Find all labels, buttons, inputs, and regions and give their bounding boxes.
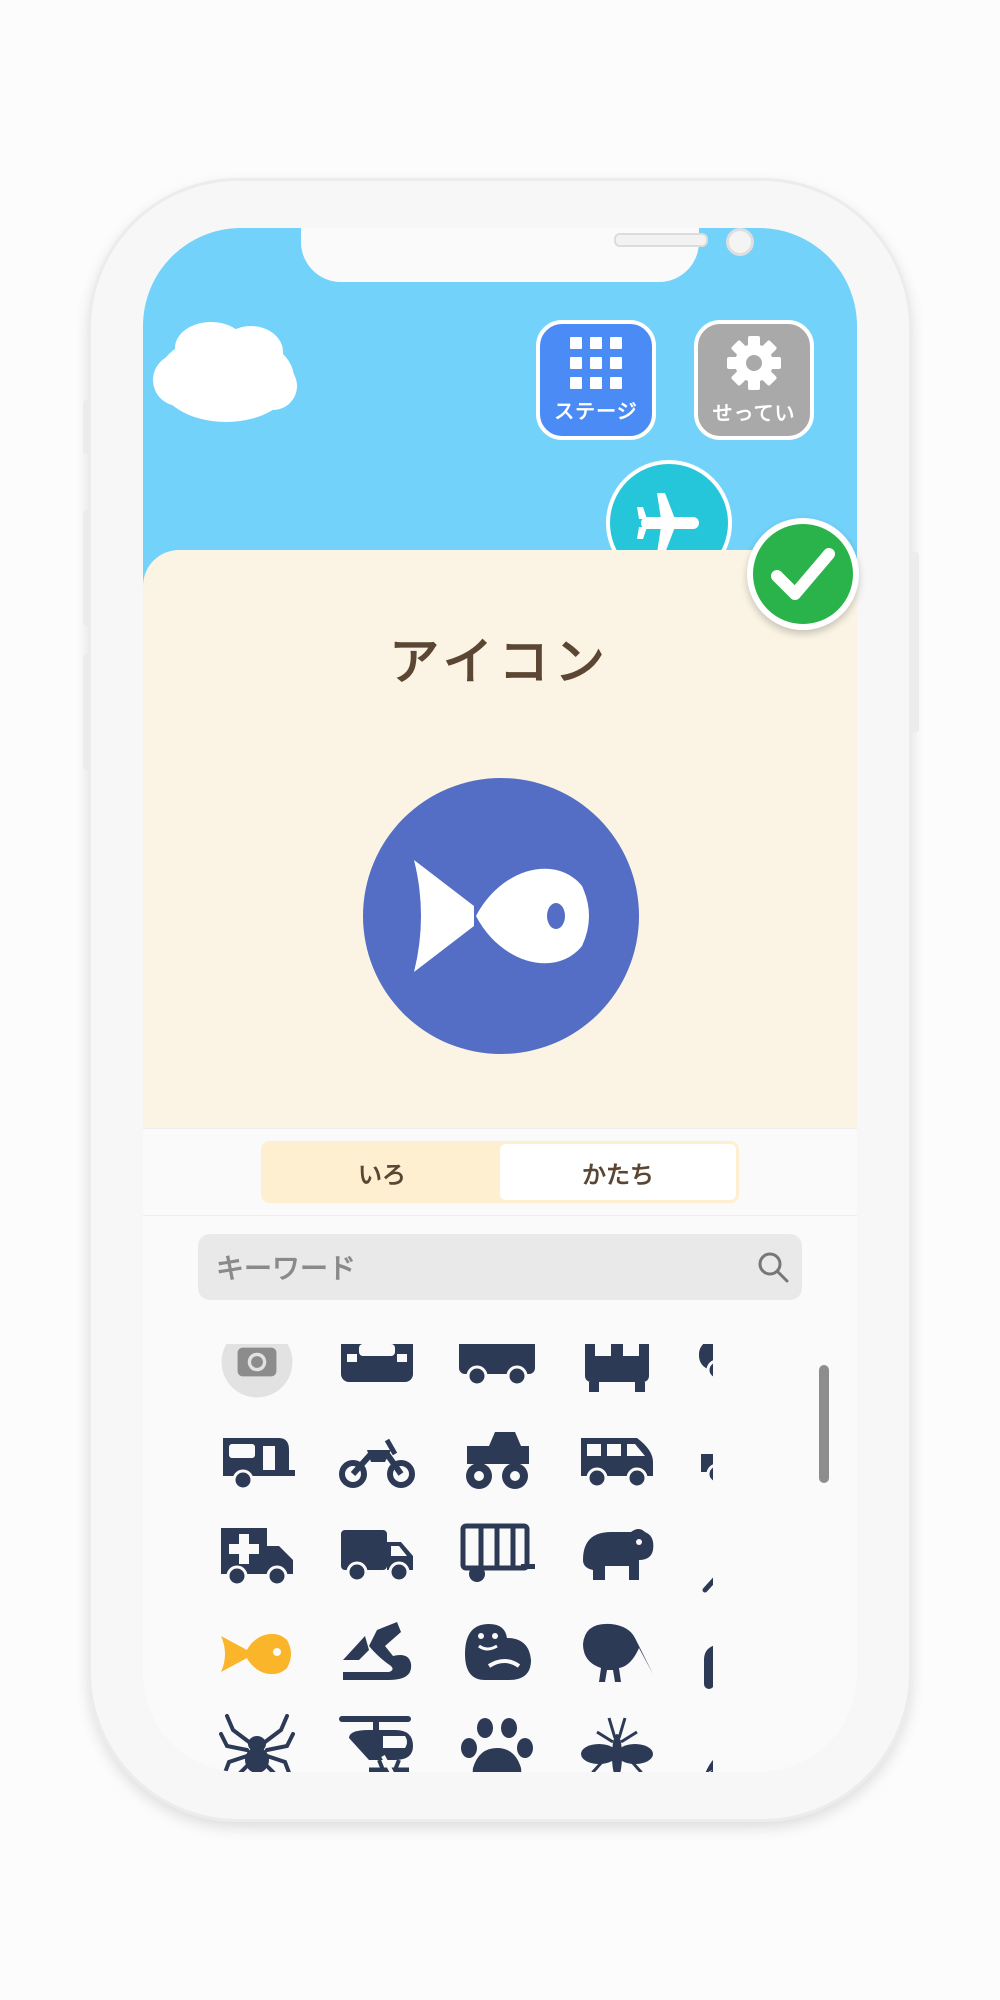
confirm-button[interactable] <box>747 518 859 630</box>
icon-cell-paw[interactable] <box>459 1712 535 1772</box>
grid-icon <box>570 336 622 389</box>
icon-cell-trailer[interactable] <box>459 1520 535 1596</box>
icon-cell-delivery-truck[interactable] <box>339 1520 415 1596</box>
icon-cell-helicopter[interactable] <box>339 1712 415 1772</box>
checkmark-icon <box>771 548 835 600</box>
icon-cell-pickup-truck[interactable] <box>699 1424 713 1500</box>
mosquito-icon <box>581 1717 653 1772</box>
settings-button-label: せってい <box>712 400 796 425</box>
phone-side-button <box>83 654 91 770</box>
icon-cell-mosquito[interactable] <box>579 1712 655 1772</box>
icon-cell-dragon[interactable] <box>339 1616 415 1692</box>
icon-cell-truck[interactable] <box>459 1344 535 1400</box>
fish-icon <box>414 860 589 972</box>
icon-cell-otter[interactable] <box>459 1616 535 1692</box>
grasshopper-icon <box>705 1759 713 1772</box>
phone-side-button <box>911 552 919 732</box>
trailer-icon <box>460 1523 535 1582</box>
train-front-icon <box>585 1344 649 1392</box>
tab-shape[interactable]: かたち <box>500 1144 736 1200</box>
icon-cell-caravan[interactable] <box>219 1424 295 1500</box>
fish-icon <box>221 1633 291 1675</box>
caravan-icon <box>223 1438 295 1491</box>
speaker-grille <box>614 233 708 247</box>
pickup-truck-icon <box>701 1454 713 1484</box>
icon-cell-bus-front[interactable] <box>339 1344 415 1400</box>
truck-icon <box>459 1344 535 1387</box>
app-screen: ステージ せってい アイコン いろ かたち キーワード <box>143 228 857 1772</box>
spider-icon <box>219 1714 295 1772</box>
monster-truck-icon <box>466 1432 529 1489</box>
bus-front-icon <box>341 1344 413 1382</box>
icon-cell-van[interactable] <box>579 1424 655 1500</box>
search-icon[interactable] <box>756 1250 790 1284</box>
tab-bar: いろ かたち <box>143 1128 857 1216</box>
phone-side-button <box>83 510 91 626</box>
icon-cell-monster-truck[interactable] <box>459 1424 535 1500</box>
motorcycle-icon <box>339 1438 415 1488</box>
van-icon <box>581 1438 653 1489</box>
icon-cell-hippo[interactable] <box>579 1520 655 1596</box>
cloud-icon <box>153 322 297 422</box>
icon-cell-grasshopper[interactable] <box>699 1712 713 1772</box>
hippo-icon <box>583 1529 654 1580</box>
gear-icon <box>727 335 781 390</box>
stage-button[interactable]: ステージ <box>536 320 656 440</box>
icon-cell-spider[interactable] <box>219 1712 295 1772</box>
tab-color[interactable]: いろ <box>264 1144 500 1200</box>
icon-cell-car-side[interactable] <box>699 1344 713 1400</box>
otter-icon <box>465 1624 531 1680</box>
feather-icon <box>702 1577 713 1593</box>
icon-preview <box>363 778 639 1054</box>
icon-cell-worm[interactable] <box>699 1616 713 1692</box>
stage-button-label: ステージ <box>554 398 638 423</box>
front-camera <box>726 228 754 256</box>
kiwi-bird-icon <box>583 1623 653 1682</box>
icon-grid <box>213 1344 713 1772</box>
helicopter-icon <box>339 1716 413 1772</box>
tab-switcher: いろ かたち <box>261 1141 739 1203</box>
icon-cell-fish[interactable] <box>219 1616 295 1692</box>
worm-icon <box>704 1646 713 1689</box>
ambulance-icon <box>221 1528 293 1587</box>
car-side-icon <box>699 1344 713 1380</box>
icon-editor-panel: アイコン <box>143 550 857 1128</box>
phone-side-button <box>83 400 91 454</box>
icon-grid-scrollbar[interactable] <box>819 1365 829 1483</box>
camera-icon <box>221 1344 293 1398</box>
icon-cell-ambulance[interactable] <box>219 1520 295 1596</box>
icon-cell-motorcycle[interactable] <box>339 1424 415 1500</box>
panel-title: アイコン <box>389 633 611 691</box>
settings-button[interactable]: せってい <box>694 320 814 440</box>
search-input[interactable] <box>214 1234 738 1302</box>
icon-cell-camera[interactable] <box>219 1344 295 1400</box>
delivery-truck-icon <box>341 1530 413 1583</box>
icon-cell-kiwi-bird[interactable] <box>579 1616 655 1692</box>
icon-cell-train-front[interactable] <box>579 1344 655 1400</box>
dragon-icon <box>343 1622 412 1680</box>
paw-icon <box>461 1718 533 1772</box>
icon-cell-feather[interactable] <box>699 1520 713 1596</box>
phone-notch <box>301 228 754 282</box>
search-bar <box>198 1234 802 1302</box>
